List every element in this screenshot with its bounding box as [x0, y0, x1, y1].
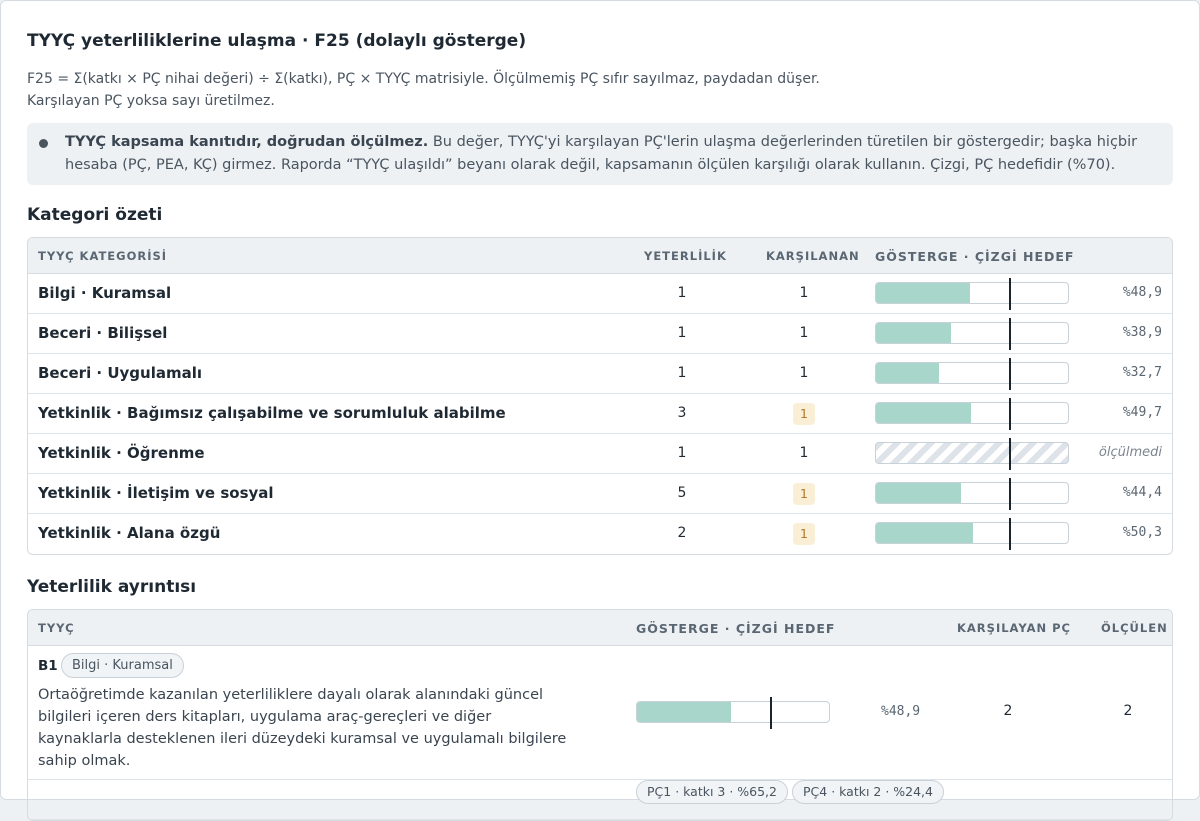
- summary-table: TYYÇ KATEGORİSİ YETERLİLİK KARŞILANAN GÖ…: [27, 237, 1173, 555]
- header-detail-indicator: GÖSTERGE · ÇİZGİ HEDEF: [636, 621, 836, 636]
- header-category: TYYÇ KATEGORİSİ: [38, 249, 168, 263]
- header-count: YETERLİLİK: [644, 249, 727, 263]
- met-count-badge: 1: [793, 403, 815, 425]
- summary-title: Kategori özeti: [27, 205, 163, 225]
- pc-chip: PÇ1 · katkı 3 · %65,2: [636, 780, 788, 804]
- tyyc-description: Ortaöğretimde kazanılan yeterliliklere d…: [38, 687, 567, 769]
- summary-rows: Bilgi · Kuramsal 1 1 %48,9 Beceri · Bilişsel…: [28, 274, 1172, 554]
- indicator-fill: [876, 523, 973, 543]
- target-line: [1009, 318, 1012, 350]
- met-count: 1: [799, 445, 809, 461]
- indicator-bar: [875, 398, 1069, 430]
- header-measured: ÖLÇÜLEN: [1101, 621, 1168, 635]
- indicator-value: %48,9: [1122, 285, 1162, 300]
- indicator-bar: [875, 438, 1069, 470]
- qualification-count: 1: [677, 445, 687, 461]
- bullet-icon: [39, 139, 48, 148]
- indicator-bar: [875, 358, 1069, 390]
- indicator-value: %44,4: [1122, 485, 1162, 500]
- formula-description: F25 = Σ(katkı × PÇ nihai değeri) ÷ Σ(kat…: [27, 68, 1173, 112]
- met-count: 1: [799, 285, 809, 301]
- category-name: Beceri · Bilişsel: [38, 324, 168, 342]
- indicator-fill: [876, 363, 939, 383]
- met-pc-count: 2: [1003, 703, 1013, 719]
- category-name: Yetkinlik · Öğrenme: [38, 444, 205, 462]
- indicator-value: %32,7: [1122, 365, 1162, 380]
- target-line: [1009, 438, 1012, 470]
- table-row: Yetkinlik · Alana özgü 2 1 %50,3: [28, 514, 1172, 554]
- table-row: Beceri · Bilişsel 1 1 %38,9: [28, 314, 1172, 354]
- header-tyyc: TYYÇ: [38, 621, 75, 635]
- indicator-bar: [636, 697, 830, 729]
- indicator-fill: [876, 283, 970, 303]
- category-name: Bilgi · Kuramsal: [38, 284, 172, 302]
- target-line: [1009, 478, 1012, 510]
- target-line: [1009, 358, 1012, 390]
- table-row: Bilgi · Kuramsal 1 1 %48,9: [28, 274, 1172, 314]
- qualification-count: 1: [677, 325, 687, 341]
- detail-header: TYYÇ GÖSTERGE · ÇİZGİ HEDEF KARŞILAYAN P…: [28, 610, 1172, 646]
- category-name: Yetkinlik · İletişim ve sosyal: [38, 484, 274, 502]
- indicator-value: %49,7: [1122, 405, 1162, 420]
- header-met-pc: KARŞILAYAN PÇ: [957, 621, 1071, 635]
- table-row: Yetkinlik · Bağımsız çalışabilme ve soru…: [28, 394, 1172, 434]
- table-row: B1 Bilgi · Kuramsal Ortaöğretimde kazanıla…: [28, 646, 1172, 780]
- qualification-count: 3: [677, 405, 687, 421]
- indicator-fill: [637, 702, 731, 722]
- table-row: Yetkinlik · İletişim ve sosyal 5 1 %44,4: [28, 474, 1172, 514]
- target-line: [1009, 278, 1012, 310]
- met-count-badge: 1: [793, 483, 815, 505]
- table-row: PÇ1 · katkı 3 · %65,2 PÇ4 · katkı 2 · %24…: [28, 780, 1172, 820]
- summary-header: TYYÇ KATEGORİSİ YETERLİLİK KARŞILANAN GÖ…: [28, 238, 1172, 274]
- category-name: Yetkinlik · Bağımsız çalışabilme ve soru…: [38, 404, 506, 422]
- detail-title: Yeterlilik ayrıntısı: [27, 577, 197, 597]
- indicator-fill: [876, 323, 951, 343]
- table-row: Beceri · Uygulamalı 1 1 %32,7: [28, 354, 1172, 394]
- target-line: [770, 697, 773, 729]
- page-title: TYYÇ yeterliliklerine ulaşma · F25 (dola…: [27, 31, 527, 51]
- indicator-fill: [876, 483, 962, 503]
- indicator-value: %50,3: [1122, 525, 1162, 540]
- detail-table: TYYÇ GÖSTERGE · ÇİZGİ HEDEF KARŞILAYAN P…: [27, 609, 1173, 821]
- indicator-bar: [875, 318, 1069, 350]
- category-name: Yetkinlik · Alana özgü: [38, 524, 221, 542]
- target-line: [1009, 518, 1012, 550]
- qualification-count: 1: [677, 285, 687, 301]
- met-count-badge: 1: [793, 523, 815, 545]
- pc-chip: PÇ4 · katkı 2 · %24,4: [792, 780, 944, 804]
- header-met: KARŞILANAN: [766, 249, 860, 263]
- note-bold: TYYÇ kapsama kanıtıdır, doğrudan ölçülme…: [65, 134, 429, 150]
- indicator-value: %38,9: [1122, 325, 1162, 340]
- indicator-bar: [875, 518, 1069, 550]
- pc-chip-list: PÇ1 · katkı 3 · %65,2 PÇ4 · katkı 2 · %24…: [636, 780, 948, 804]
- qualification-count: 5: [677, 485, 687, 501]
- category-name: Beceri · Uygulamalı: [38, 364, 203, 382]
- category-chip: Bilgi · Kuramsal: [61, 653, 184, 678]
- tyyc-code: B1: [38, 658, 58, 674]
- qualification-count: 1: [677, 365, 687, 381]
- header-indicator: GÖSTERGE · ÇİZGİ HEDEF: [875, 249, 1075, 264]
- met-count: 1: [799, 325, 809, 341]
- indicator-bar: [875, 278, 1069, 310]
- info-note: TYYÇ kapsama kanıtıdır, doğrudan ölçülme…: [27, 123, 1173, 185]
- formula-line-2: Karşılayan PÇ yoksa sayı üretilmez.: [27, 93, 275, 109]
- target-line: [1009, 398, 1012, 430]
- indicator-value: %48,9: [881, 704, 921, 719]
- formula-line-1: F25 = Σ(katkı × PÇ nihai değeri) ÷ Σ(kat…: [27, 71, 820, 87]
- table-row: Yetkinlik · Öğrenme 1 1 ölçülmedi: [28, 434, 1172, 474]
- tyyc-card: TYYÇ yeterliliklerine ulaşma · F25 (dola…: [0, 0, 1200, 821]
- indicator-value: ölçülmedi: [1098, 445, 1162, 460]
- measured-count: 2: [1123, 703, 1133, 719]
- indicator-fill: [876, 403, 972, 423]
- detail-rows: B1 Bilgi · Kuramsal Ortaöğretimde kazanıla…: [28, 646, 1172, 820]
- qualification-count: 2: [677, 525, 687, 541]
- indicator-bar: [875, 478, 1069, 510]
- met-count: 1: [799, 365, 809, 381]
